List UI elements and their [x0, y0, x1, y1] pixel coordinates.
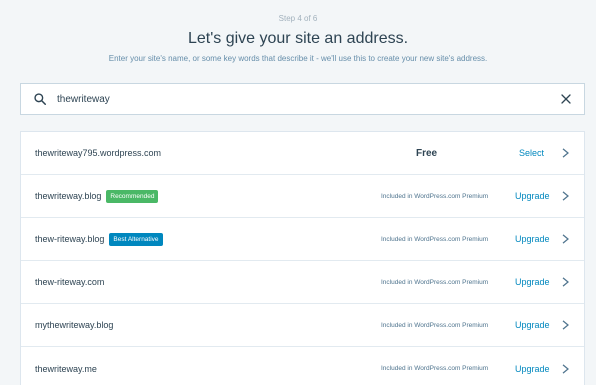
domain-text: thewriteway.blog [35, 191, 102, 201]
domain-search-box [20, 83, 585, 115]
domain-price: Included in WordPress.com Premium [381, 192, 489, 200]
step-indicator: Step 4 of 6 [278, 14, 318, 23]
recommended-badge: Recommended [106, 189, 159, 203]
chevron-right-icon[interactable] [559, 190, 571, 202]
page-title: Let's give your site an address. [187, 30, 409, 47]
upgrade-button[interactable]: Upgrade [515, 234, 550, 244]
domain-text: thewriteway795.wordpress.com [35, 148, 162, 158]
domain-suggestion-row[interactable]: thewriteway795.wordpress.com Free Select [21, 132, 584, 175]
domain-text: thewriteway.me [35, 363, 97, 374]
page-subtitle: Enter your site's name, or some key word… [108, 54, 488, 63]
domain-suggestion-row[interactable]: thew-riteway.blog Best Alternative Includ… [21, 218, 584, 261]
upgrade-button[interactable]: Upgrade [515, 364, 550, 374]
domain-price: Included in WordPress.com Premium [381, 365, 489, 372]
domain-suggestion-row[interactable]: mythewriteway.blog Included in WordPress… [21, 304, 584, 347]
domain-suggestion-row[interactable]: thew-riteway.com Included in WordPress.c… [21, 261, 584, 304]
domain-name: thewriteway795.wordpress.com [35, 148, 161, 158]
domain-name: thewriteway.blog Recommended [35, 189, 159, 203]
domain-search-input[interactable] [55, 85, 552, 113]
select-button[interactable]: Select [519, 148, 544, 158]
search-icon[interactable] [25, 84, 55, 114]
upgrade-button[interactable]: Upgrade [515, 191, 550, 201]
domain-price: Included in WordPress.com Premium [381, 235, 489, 243]
domain-text: thew-riteway.com [35, 277, 105, 287]
upgrade-button[interactable]: Upgrade [515, 320, 550, 330]
domain-price: Included in WordPress.com Premium [381, 321, 489, 329]
best-alternative-badge: Best Alternative [109, 232, 163, 246]
domain-name: mythewriteway.blog [35, 320, 113, 330]
domain-text: mythewriteway.blog [35, 320, 114, 330]
domain-price: Included in WordPress.com Premium [381, 278, 489, 286]
domain-name: thew-riteway.blog Best Alternative [35, 232, 163, 246]
close-icon[interactable] [552, 85, 580, 113]
domain-suggestions-list: thewriteway795.wordpress.com Free Select… [20, 131, 585, 385]
domain-text: thew-riteway.blog [35, 234, 105, 244]
chevron-right-icon[interactable] [559, 363, 571, 375]
chevron-right-icon[interactable] [559, 276, 571, 288]
domain-suggestion-row[interactable]: thewriteway.blog Recommended Included in … [21, 175, 584, 218]
chevron-right-icon[interactable] [559, 147, 571, 159]
chevron-right-icon[interactable] [559, 319, 571, 331]
domain-name: thew-riteway.com [35, 277, 104, 287]
chevron-right-icon[interactable] [559, 233, 571, 245]
domain-suggestion-row[interactable]: thewriteway.me Included in WordPress.com… [21, 347, 584, 385]
upgrade-button[interactable]: Upgrade [515, 277, 550, 287]
domain-name: thewriteway.me [35, 364, 97, 374]
